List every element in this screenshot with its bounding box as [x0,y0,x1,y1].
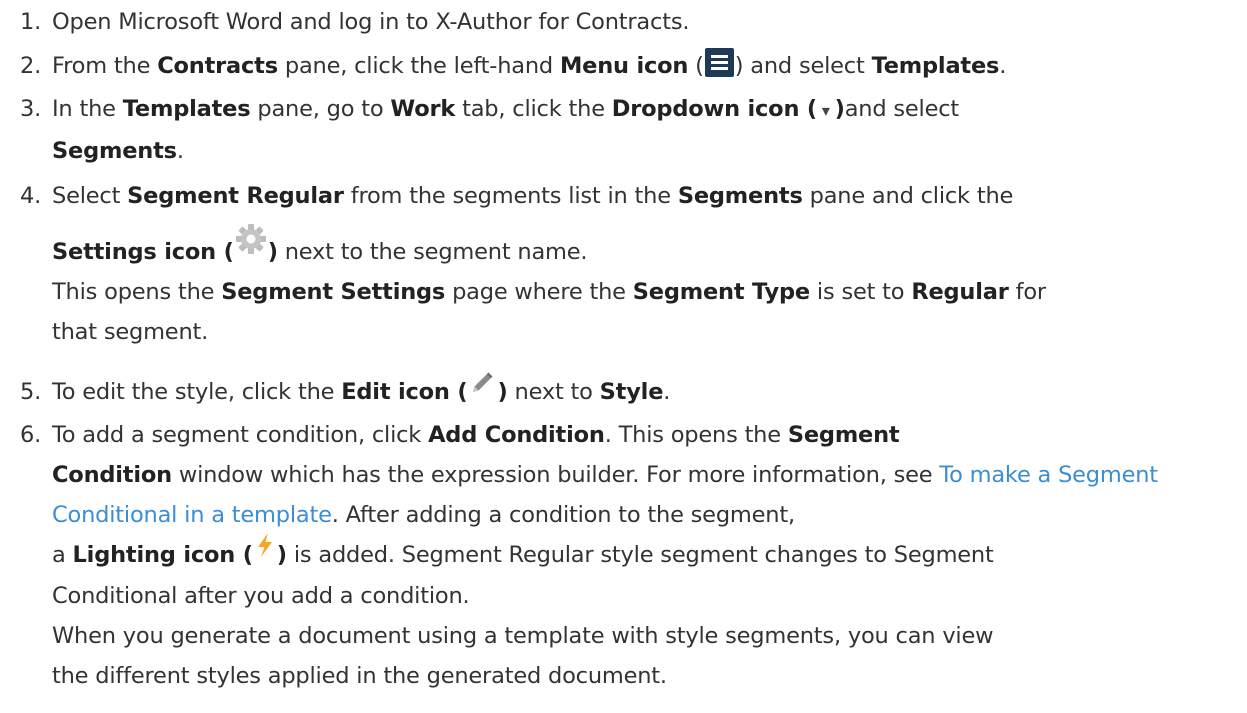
segment-regular-label: Segment Regular [127,183,344,209]
step-3: 3. In the Templates pane, go to Work tab… [20,89,1241,171]
step-number: 6. [20,422,42,448]
lightning-icon [256,531,274,571]
segments-label: Segments [52,138,177,164]
edit-icon-label: Edit icon ( [341,379,468,405]
step-number: 4. [20,183,42,209]
dropdown-icon: ▾ [816,101,835,120]
pencil-icon [470,368,494,408]
step-number: 2. [20,53,42,79]
step-4: 4. Select Segment Regular from the segme… [20,176,1241,352]
menu-icon-label: Menu icon [559,53,689,79]
contracts-pane-label: Contracts [157,53,278,79]
step-number: 5. [20,379,42,405]
segment-settings-label: Segment Settings [221,279,446,305]
segments-pane-label: Segments [677,183,803,209]
add-condition-label: Add Condition [428,422,605,448]
dropdown-icon-label: Dropdown icon ( [611,96,817,122]
style-label: Style [599,379,664,405]
templates-label: Templates [871,53,1000,79]
gear-icon [234,221,268,257]
work-tab-label: Work [390,96,456,122]
step-1: 1. Open Microsoft Word and log in to X-A… [20,2,1241,42]
step-1-text: Open Microsoft Word and log in to X-Auth… [52,9,690,35]
step-number: 1. [20,9,42,35]
segment-type-label: Segment Type [632,279,810,305]
templates-pane-label: Templates [122,96,251,122]
step-6: 6. To add a segment condition, click Add… [20,415,1241,696]
regular-label: Regular [911,279,1009,305]
segment-condition-label: Segment [787,422,900,448]
menu-icon [704,48,734,77]
settings-icon-label: Settings icon ( [52,239,234,265]
instruction-list: 1. Open Microsoft Word and log in to X-A… [0,0,1247,713]
step-2: 2. From the Contracts pane, click the le… [20,46,1241,86]
lighting-icon-label: Lighting icon ( [72,542,253,568]
step-number: 3. [20,96,42,122]
step-5: 5. To edit the style, click the Edit ico… [20,372,1241,413]
